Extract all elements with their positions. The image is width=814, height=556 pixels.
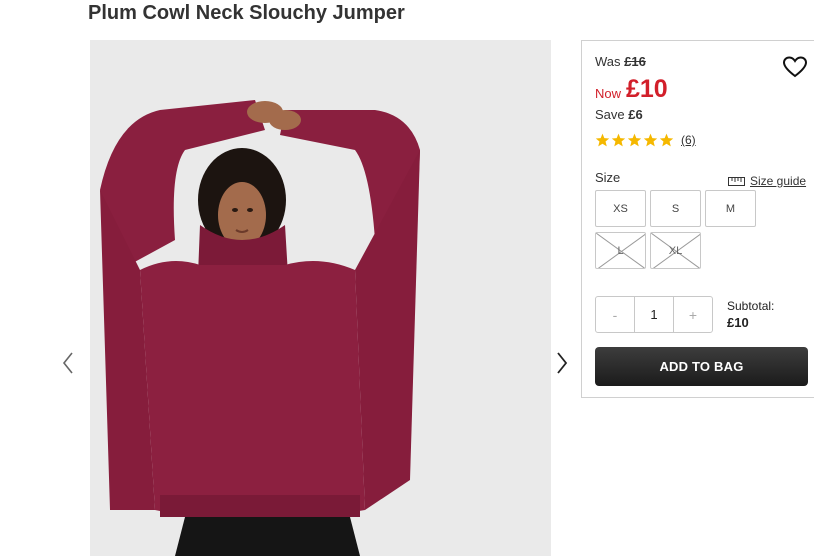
star-icon xyxy=(611,133,626,147)
subtotal-value: £10 xyxy=(727,315,749,330)
add-to-bag-button[interactable]: ADD TO BAG xyxy=(595,347,808,386)
subtotal-label: Subtotal: xyxy=(727,299,775,313)
next-image-button[interactable] xyxy=(551,346,573,380)
save-line: Save £6 xyxy=(595,107,643,122)
was-label: Was xyxy=(595,54,621,69)
review-count-link[interactable]: (6) xyxy=(681,133,696,147)
star-icon xyxy=(627,133,642,147)
heart-icon xyxy=(782,56,808,78)
product-title: Plum Cowl Neck Slouchy Jumper xyxy=(88,2,405,24)
size-guide-link[interactable]: Size guide xyxy=(728,174,806,188)
now-label: Now xyxy=(595,86,622,101)
size-option-xl-unavailable[interactable]: XL xyxy=(650,232,701,269)
save-amount: £6 xyxy=(628,107,643,122)
size-label: Size xyxy=(595,170,621,185)
size-option-label: XL xyxy=(668,244,683,257)
quantity-value[interactable]: 1 xyxy=(634,297,674,332)
chevron-left-icon xyxy=(62,352,73,374)
quantity-decrease-button[interactable]: - xyxy=(596,297,634,332)
chevron-right-icon xyxy=(557,352,568,374)
size-option-l-unavailable[interactable]: L xyxy=(595,232,646,269)
size-option-label: XS xyxy=(613,202,628,215)
was-price-line: Was £16 xyxy=(595,54,646,69)
size-option-label: M xyxy=(725,202,736,215)
quantity-increase-button[interactable]: + xyxy=(674,297,712,332)
size-guide-label: Size guide xyxy=(750,174,807,188)
size-option-m[interactable]: M xyxy=(705,190,756,227)
jumper-photo-illustration xyxy=(90,40,551,556)
size-option-label: L xyxy=(617,244,624,257)
now-price: £10 xyxy=(626,75,668,103)
star-icon xyxy=(595,133,610,147)
size-option-xs[interactable]: XS xyxy=(595,190,646,227)
star-icon xyxy=(659,133,674,147)
wishlist-button[interactable] xyxy=(782,55,808,79)
was-price: £16 xyxy=(624,54,646,69)
previous-image-button[interactable] xyxy=(57,346,79,380)
rating-stars: (6) xyxy=(595,133,696,147)
quantity-stepper: - 1 + xyxy=(595,296,713,333)
star-icon xyxy=(643,133,658,147)
save-label: Save xyxy=(595,107,625,122)
product-image xyxy=(90,40,551,556)
purchase-panel: Was £16 Now £10 Save £6 (6) Size Size gu… xyxy=(581,40,814,398)
size-option-label: S xyxy=(671,202,680,215)
ruler-icon xyxy=(728,176,745,186)
size-option-s[interactable]: S xyxy=(650,190,701,227)
